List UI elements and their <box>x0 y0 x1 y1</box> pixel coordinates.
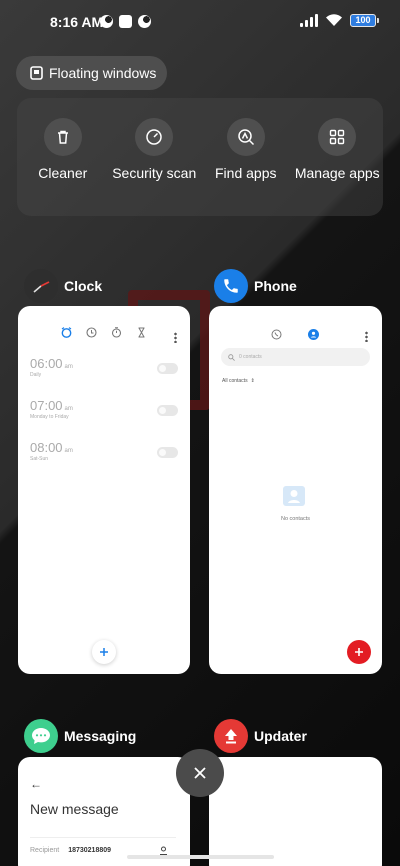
alarm-tab-icon[interactable] <box>61 327 72 338</box>
wifi-icon <box>326 14 342 26</box>
clock-card-header[interactable]: Clock <box>24 269 102 303</box>
alarm-ampm: am <box>64 448 73 454</box>
add-contact-button[interactable] <box>347 640 371 664</box>
empty-contacts-text: No contacts <box>280 516 311 522</box>
floating-windows-label: Floating windows <box>49 65 157 81</box>
signal-icon <box>300 13 318 27</box>
alarm-time: 06:00 <box>30 356 63 371</box>
world-clock-tab-icon[interactable] <box>86 327 97 338</box>
plus-icon <box>355 648 363 656</box>
plus-icon <box>100 648 108 656</box>
alarm-ampm: am <box>64 406 73 412</box>
messaging-app-card[interactable]: ← New message Recipient 18730218809 <box>18 757 190 866</box>
clear-all-button[interactable] <box>176 749 224 797</box>
tool-cleaner[interactable]: Cleaner <box>17 98 109 216</box>
data-saver-icon <box>100 15 113 28</box>
timer-tab-icon[interactable] <box>136 327 147 338</box>
alarm-toggle[interactable] <box>157 447 178 458</box>
updater-app-card[interactable] <box>209 757 382 866</box>
recipient-value: 18730218809 <box>68 847 112 854</box>
gesture-handle[interactable] <box>127 855 274 859</box>
more-options-icon[interactable] <box>365 331 368 342</box>
tool-manage-apps[interactable]: Manage apps <box>292 98 384 216</box>
updater-icon <box>214 719 248 753</box>
contacts-tab-icon[interactable] <box>308 329 319 340</box>
chevron-updown-icon: ⇕ <box>250 378 255 384</box>
tool-security-scan[interactable]: Security scan <box>109 98 201 216</box>
recipient-field[interactable]: Recipient 18730218809 <box>30 837 176 855</box>
clock-app-card[interactable]: 06:00 am Daily 07:00 am Monday to Friday 0… <box>18 306 190 674</box>
status-time: 8:16 AM <box>50 14 104 30</box>
alarm-repeat: Sat-Sun <box>30 456 49 462</box>
phone-app-card[interactable]: 0 contacts All contacts ⇕ No contacts <box>209 306 382 674</box>
contacts-filter[interactable]: All contacts ⇕ <box>222 378 255 384</box>
messaging-icon <box>24 719 58 753</box>
alarm-time: 08:00 <box>30 440 63 455</box>
clock-icon <box>24 269 58 303</box>
phone-card-header[interactable]: Phone <box>214 269 297 303</box>
battery-level: 100 <box>355 14 371 25</box>
clock-app-name: Clock <box>64 278 103 294</box>
find-apps-icon <box>226 118 265 156</box>
floating-window-icon <box>30 66 43 80</box>
floating-windows-button[interactable]: Floating windows <box>16 56 167 90</box>
messaging-card-header[interactable]: Messaging <box>24 719 136 753</box>
contacts-search-input[interactable]: 0 contacts <box>221 348 370 366</box>
phone-app-name: Phone <box>254 278 297 294</box>
search-placeholder: 0 contacts <box>239 354 262 360</box>
recipient-label: Recipient <box>30 847 60 854</box>
tool-label: Manage apps <box>294 165 380 181</box>
phone-icon <box>214 269 248 303</box>
alarm-time: 07:00 <box>30 398 63 413</box>
battery-icon: 100 <box>350 13 379 27</box>
alarm-repeat: Daily <box>30 372 42 378</box>
empty-contacts-icon <box>283 486 305 506</box>
updater-app-name: Updater <box>254 728 307 744</box>
tool-label: Cleaner <box>38 165 88 181</box>
close-icon <box>194 767 206 779</box>
new-message-title: New message <box>30 801 119 817</box>
search-icon <box>228 353 235 361</box>
back-arrow-icon[interactable]: ← <box>30 777 42 791</box>
tools-panel: Cleaner Security scan Find apps Manage a… <box>17 98 383 216</box>
add-alarm-button[interactable] <box>92 640 116 664</box>
alarm-repeat: Monday to Friday <box>30 414 69 420</box>
tool-label: Security scan <box>112 165 197 181</box>
alarm-toggle[interactable] <box>157 363 178 374</box>
vpn-icon <box>138 15 151 28</box>
gauge-icon <box>135 118 174 156</box>
more-options-icon[interactable] <box>174 332 177 343</box>
tool-find-apps[interactable]: Find apps <box>200 98 292 216</box>
messaging-app-name: Messaging <box>64 728 137 744</box>
status-bar: 8:16 AM 100 <box>0 0 400 44</box>
notification-square-icon <box>119 15 132 28</box>
alarm-toggle[interactable] <box>157 405 178 416</box>
notification-icons <box>100 15 151 28</box>
recents-tab-icon[interactable] <box>271 329 282 340</box>
tool-label: Find apps <box>215 165 277 181</box>
alarm-ampm: am <box>64 364 73 370</box>
trash-icon <box>43 118 82 156</box>
contacts-filter-label: All contacts <box>222 378 248 384</box>
grid-icon <box>318 118 357 156</box>
add-contact-icon[interactable] <box>159 846 168 855</box>
stopwatch-tab-icon[interactable] <box>111 327 122 338</box>
updater-card-header[interactable]: Updater <box>214 719 307 753</box>
